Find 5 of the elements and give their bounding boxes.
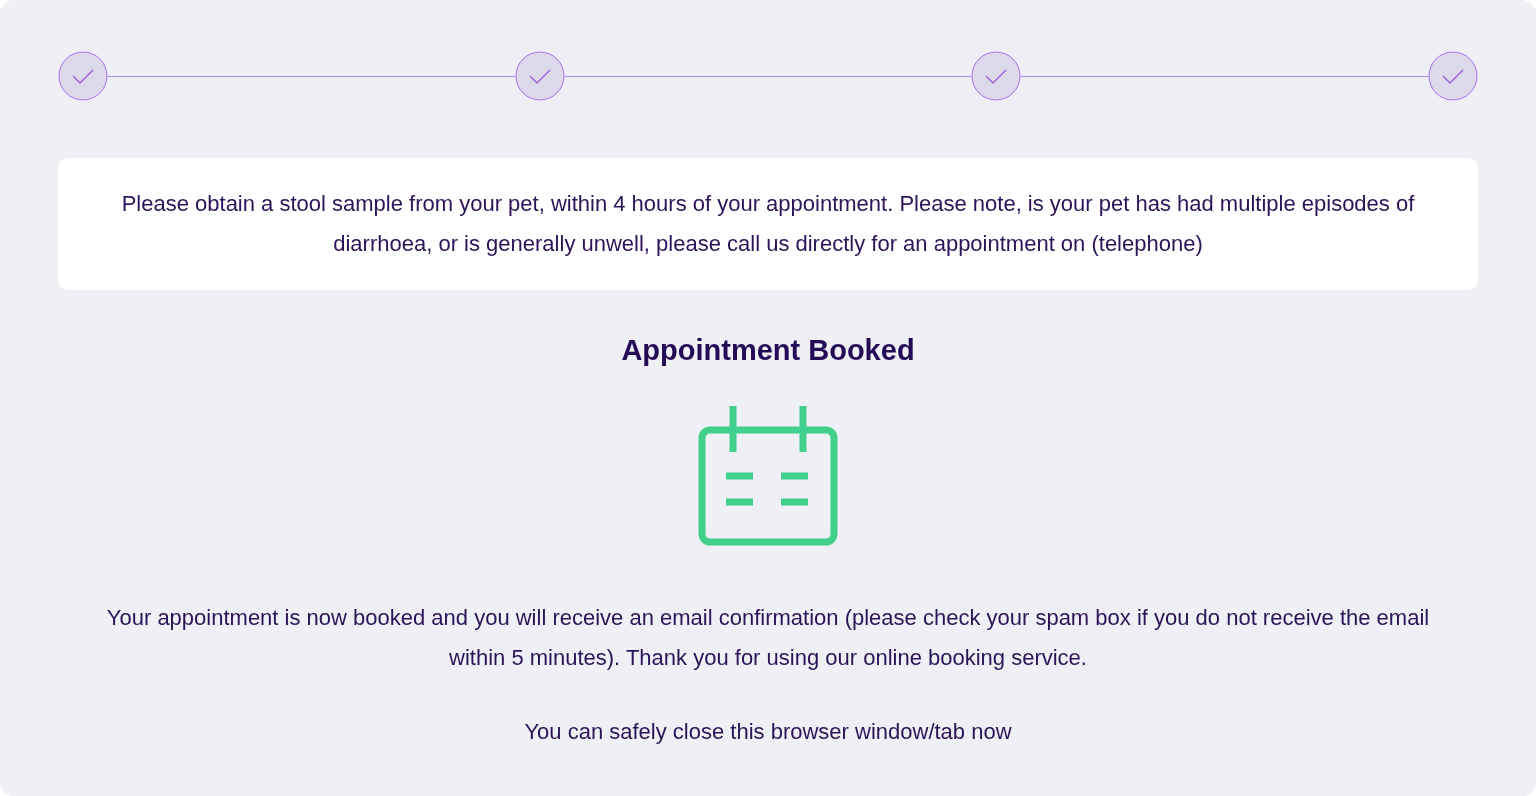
confirmation-text: Your appointment is now booked and you will receive an email confirmation (please check your spam box if you do not receive the email within 5 minutes). Thank you for using our online booking service. — [105, 604, 1431, 672]
confirmation-title: Appointment Booked — [621, 333, 915, 368]
notice-text: Please obtain a stool sample from your pet, within 4 hours of your appointment. Please note, is your pet has had multiple episodes of diarrhoea, or is generally unwell, please call us directly for an appointment on (telephone) — [120, 190, 1416, 258]
closing-note: You can safely close this browser window/tab now — [524, 718, 1012, 746]
calendar-icon — [698, 406, 838, 546]
